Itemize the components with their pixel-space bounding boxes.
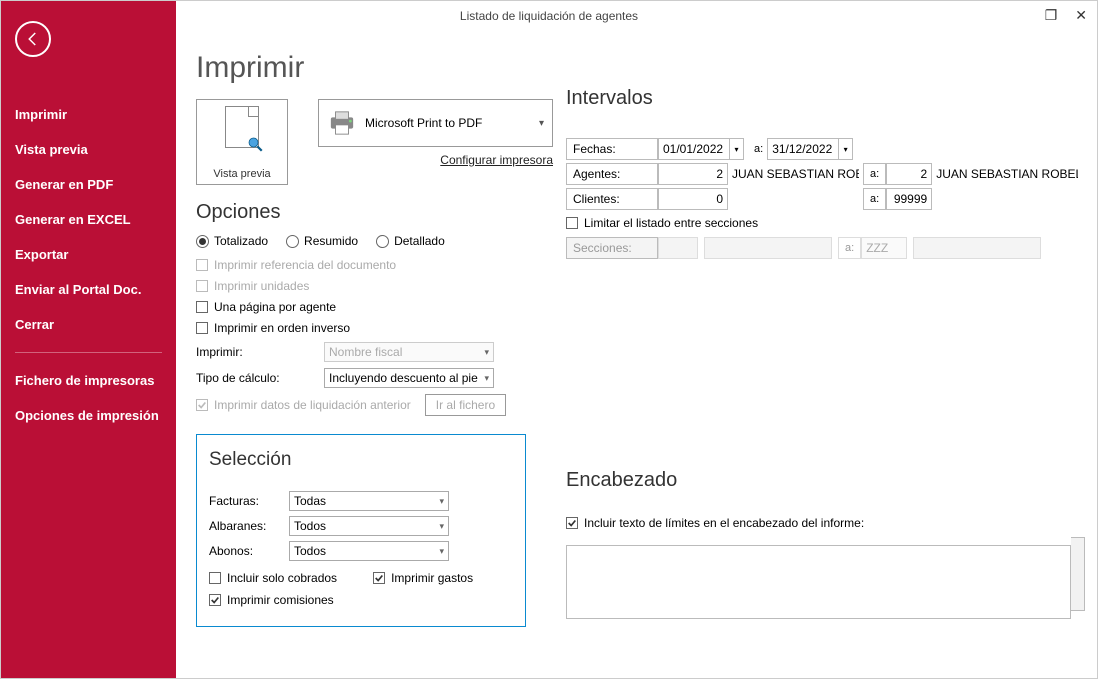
checkbox-solo-cobrados[interactable]: Incluir solo cobrados — [209, 571, 337, 585]
checkbox-incluir-texto-limites[interactable]: Incluir texto de límites en el encabezad… — [566, 516, 1097, 530]
label-tipo-calculo: Tipo de cálculo: — [196, 371, 316, 385]
label-agente-from-name — [728, 163, 863, 185]
seleccion-section: Selección Facturas: Todas▾ Albaranes: To… — [196, 434, 526, 627]
preview-button[interactable]: Vista previa — [196, 99, 288, 185]
input-seccion-from-code — [658, 237, 698, 259]
intervalos-table: Fechas: ▾ a: ▾ Agentes: a: Clientes: — [566, 138, 1097, 259]
input-seccion-from-name — [704, 237, 832, 259]
printer-icon — [327, 110, 357, 136]
label-a-agentes: a: — [863, 163, 886, 185]
configure-printer-link[interactable]: Configurar impresora — [318, 153, 553, 167]
window-title: Listado de liquidación de agentes — [460, 9, 638, 23]
sidebar-separator — [15, 352, 162, 353]
input-seccion-to-name — [913, 237, 1041, 259]
options-section: Opciones Totalizado Resumido Detallado I… — [196, 201, 526, 416]
combo-albaranes[interactable]: Todos▾ — [289, 516, 449, 536]
input-agente-to[interactable] — [886, 163, 932, 185]
checkbox-una-pagina[interactable]: Una página por agente — [196, 300, 526, 314]
fecha-to-dropdown[interactable]: ▾ — [839, 138, 853, 160]
input-cliente-from[interactable] — [658, 188, 728, 210]
preview-label: Vista previa — [213, 168, 270, 180]
magnifier-icon — [246, 135, 264, 153]
label-agentes: Agentes: — [566, 163, 658, 185]
options-heading: Opciones — [196, 201, 526, 224]
chevron-down-icon: ▾ — [539, 118, 544, 129]
combo-tipo-calculo[interactable]: Incluyendo descuento al pie▾ — [324, 368, 494, 388]
checkbox-imprimir-unidades: Imprimir unidades — [196, 279, 526, 293]
label-albaranes: Albaranes: — [209, 519, 289, 533]
main-area: Imprimir Vista previa Microsoft — [176, 31, 1097, 678]
label-secciones: Secciones: — [566, 237, 658, 259]
left-column: Opciones Totalizado Resumido Detallado I… — [196, 201, 526, 627]
intervalos-heading: Intervalos — [566, 87, 1097, 110]
sidebar-nav: Imprimir Vista previa Generar en PDF Gen… — [1, 97, 176, 433]
input-fecha-from[interactable] — [658, 138, 730, 160]
report-mode-radios: Totalizado Resumido Detallado — [196, 234, 526, 248]
document-preview-icon — [225, 106, 259, 148]
close-button[interactable]: ✕ — [1075, 7, 1087, 24]
scrollbar[interactable] — [1071, 537, 1085, 611]
sidebar: Imprimir Vista previa Generar en PDF Gen… — [1, 1, 176, 678]
sidebar-item-opciones-impresion[interactable]: Opciones de impresión — [1, 398, 176, 433]
printer-block: Microsoft Print to PDF ▾ Configurar impr… — [318, 99, 553, 167]
sidebar-item-exportar[interactable]: Exportar — [1, 237, 176, 272]
sidebar-item-enviar-portal[interactable]: Enviar al Portal Doc. — [1, 272, 176, 307]
sidebar-item-cerrar[interactable]: Cerrar — [1, 307, 176, 342]
printer-select[interactable]: Microsoft Print to PDF ▾ — [318, 99, 553, 147]
printer-name: Microsoft Print to PDF — [365, 116, 482, 130]
label-agente-to-name — [932, 163, 1082, 185]
sidebar-item-imprimir[interactable]: Imprimir — [1, 97, 176, 132]
sidebar-item-generar-excel[interactable]: Generar en EXCEL — [1, 202, 176, 237]
combo-facturas[interactable]: Todas▾ — [289, 491, 449, 511]
btn-ir-al-fichero[interactable]: Ir al fichero — [425, 394, 506, 416]
encabezado-section: Encabezado Incluir texto de límites en e… — [566, 469, 1097, 619]
label-a-fechas: a: — [750, 143, 767, 155]
label-imprimir: Imprimir: — [196, 345, 316, 359]
radio-totalizado[interactable]: Totalizado — [196, 234, 268, 248]
label-a-secciones: a: — [838, 237, 861, 259]
input-cliente-to[interactable] — [886, 188, 932, 210]
right-column: Intervalos Fechas: ▾ a: ▾ Agentes: a: — [566, 31, 1097, 619]
fecha-from-dropdown[interactable]: ▾ — [730, 138, 744, 160]
checkbox-limitar-secciones[interactable]: Limitar el listado entre secciones — [566, 216, 1097, 230]
sidebar-item-generar-pdf[interactable]: Generar en PDF — [1, 167, 176, 202]
label-a-clientes: a: — [863, 188, 886, 210]
encabezado-heading: Encabezado — [566, 469, 1097, 492]
seleccion-heading: Selección — [209, 449, 513, 471]
checkbox-orden-inverso[interactable]: Imprimir en orden inverso — [196, 321, 526, 335]
window-controls: ❐ ✕ — [1045, 7, 1087, 24]
label-abonos: Abonos: — [209, 544, 289, 558]
checkbox-datos-anterior — [196, 399, 208, 411]
maximize-button[interactable]: ❐ — [1045, 7, 1058, 24]
radio-detallado[interactable]: Detallado — [376, 234, 445, 248]
label-clientes: Clientes: — [566, 188, 658, 210]
checkbox-imprimir-gastos[interactable]: Imprimir gastos — [373, 571, 473, 585]
checkbox-imprimir-comisiones[interactable]: Imprimir comisiones — [209, 593, 513, 607]
sidebar-item-fichero-impresoras[interactable]: Fichero de impresoras — [1, 363, 176, 398]
label-fechas: Fechas: — [566, 138, 658, 160]
arrow-left-icon — [24, 30, 42, 48]
radio-resumido[interactable]: Resumido — [286, 234, 358, 248]
input-agente-from[interactable] — [658, 163, 728, 185]
input-fecha-to[interactable] — [767, 138, 839, 160]
combo-imprimir: Nombre fiscal▾ — [324, 342, 494, 362]
input-seccion-to-code — [861, 237, 907, 259]
label-facturas: Facturas: — [209, 494, 289, 508]
encabezado-textarea[interactable] — [566, 545, 1071, 619]
checkbox-imprimir-referencia: Imprimir referencia del documento — [196, 258, 526, 272]
combo-abonos[interactable]: Todos▾ — [289, 541, 449, 561]
back-button[interactable] — [15, 21, 51, 57]
sidebar-item-vista-previa[interactable]: Vista previa — [1, 132, 176, 167]
